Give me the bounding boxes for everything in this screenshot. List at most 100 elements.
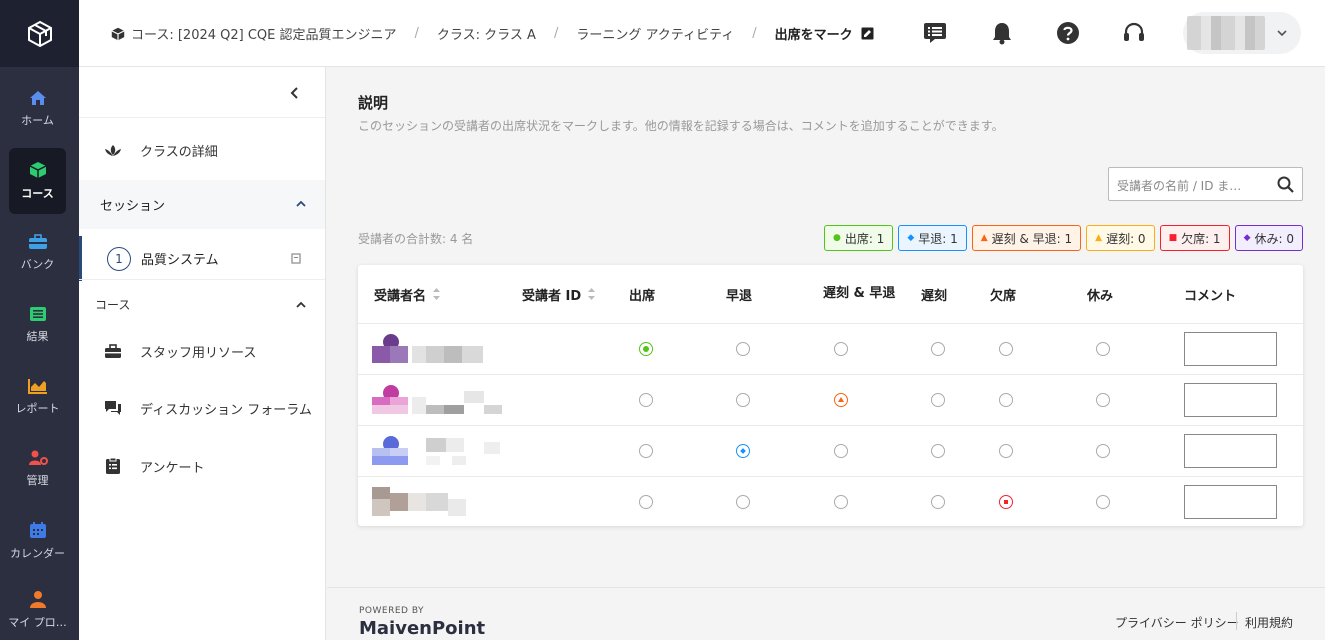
nav-home[interactable]: ホーム (9, 76, 66, 142)
course-side-panel: クラスの詳細 セッション 1 品質システム コース スタッフ用リソース ディスカ… (79, 67, 326, 640)
nav-course[interactable]: コース (9, 148, 66, 214)
edit-icon[interactable] (861, 27, 874, 40)
side-section-label: セッション (100, 199, 166, 214)
comment-input[interactable] (1184, 434, 1277, 468)
column-header-absent: 欠席 (990, 288, 1017, 304)
side-section-course[interactable]: コース (79, 279, 325, 329)
radio-present[interactable] (639, 495, 653, 509)
radio-late-leave[interactable] (834, 342, 848, 356)
radio-leave-early[interactable] (736, 495, 750, 509)
support-button[interactable] (1120, 19, 1148, 47)
radio-late-leave[interactable] (834, 393, 848, 407)
radio-excused[interactable] (1096, 342, 1110, 356)
nav-profile[interactable]: マイ プロ… (8, 580, 67, 640)
search-input[interactable]: 受講者の名前 / ID ま… (1108, 167, 1303, 201)
nav-calendar[interactable]: カレンダー (9, 508, 66, 574)
chart-icon (27, 379, 47, 394)
side-section-label: コース (95, 298, 131, 312)
nav-bank[interactable]: バンク (9, 220, 66, 286)
messages-button[interactable] (921, 19, 949, 47)
breadcrumb-activity[interactable]: ラーニング アクティビティ (576, 24, 734, 43)
side-section-session[interactable]: セッション (79, 180, 325, 229)
breadcrumb-class[interactable]: クラス: クラス A (437, 24, 536, 43)
radio-late[interactable] (931, 342, 945, 356)
radio-absent[interactable] (999, 342, 1013, 356)
table-row (358, 374, 1303, 425)
radio-excused[interactable] (1096, 393, 1110, 407)
radio-present[interactable] (639, 393, 653, 407)
list-icon (29, 307, 46, 321)
lotus-icon (104, 142, 122, 160)
side-item-discussion-forum[interactable]: ディスカッション フォーラム (79, 384, 325, 432)
side-item-survey[interactable]: アンケート (79, 442, 325, 490)
nav-reports-label: レポート (15, 402, 60, 415)
radio-late[interactable] (931, 393, 945, 407)
badge-label: 出席: 1 (844, 231, 885, 246)
radio-leave-early[interactable] (736, 444, 750, 458)
column-header-id[interactable]: 受講者 ID (522, 265, 596, 323)
radio-leave-early[interactable] (736, 393, 750, 407)
badge-late[interactable]: ▲ 遅刻: 0 (1086, 225, 1155, 251)
badge-present[interactable]: ● 出席: 1 (823, 225, 894, 251)
brand-logo-text: MaivenPoint (359, 618, 486, 639)
sort-icon (588, 288, 596, 300)
privacy-policy-link[interactable]: プライバシー ポリシー (1115, 614, 1239, 631)
badge-leave-early[interactable]: ◆ 早退: 1 (898, 225, 967, 251)
badge-excused[interactable]: ◆ 休み: 0 (1234, 225, 1303, 251)
badge-marker: ▲ (980, 233, 988, 243)
side-item-class-details[interactable]: クラスの詳細 (79, 117, 325, 183)
badge-label: 休み: 0 (1254, 231, 1295, 246)
app-logo[interactable] (0, 0, 79, 67)
radio-present[interactable] (639, 342, 653, 356)
column-label: 受講者名 (374, 288, 427, 304)
radio-excused[interactable] (1096, 495, 1110, 509)
comment-input[interactable] (1184, 383, 1277, 417)
radio-late-leave[interactable] (834, 444, 848, 458)
radio-present[interactable] (639, 444, 653, 458)
side-item-session-1[interactable]: 1 品質システム (79, 236, 325, 281)
column-header-late-leave: 遅刻 & 早退 (823, 286, 896, 301)
badge-absent[interactable]: ■ 欠席: 1 (1159, 225, 1230, 251)
clipboard-icon (104, 457, 122, 475)
collapse-panel-icon[interactable] (287, 85, 303, 101)
radio-absent[interactable] (999, 393, 1013, 407)
powered-by-label: POWERED BY (359, 606, 425, 616)
side-item-label: 品質システム (141, 253, 219, 268)
nav-admin[interactable]: 管理 (9, 436, 66, 502)
chevron-up-icon (296, 200, 306, 207)
radio-late[interactable] (931, 495, 945, 509)
main-nav: ホーム コース バンク 結果 レポート 管理 カレンダー マイ プロ… (0, 0, 79, 640)
radio-absent[interactable] (999, 444, 1013, 458)
radio-late[interactable] (931, 444, 945, 458)
badge-marker: ▲ (1095, 233, 1103, 243)
comment-input[interactable] (1184, 485, 1277, 519)
breadcrumb-course[interactable]: コース: [2024 Q2] CQE 認定品質エンジニア (131, 24, 397, 43)
column-header-comment: コメント (1184, 288, 1237, 304)
column-header-name[interactable]: 受講者名 (374, 265, 441, 323)
column-header-present: 出席 (629, 288, 656, 304)
radio-leave-early[interactable] (736, 342, 750, 356)
badge-marker: ◆ (1243, 233, 1251, 243)
radio-excused[interactable] (1096, 444, 1110, 458)
badge-late-leave[interactable]: ▲ 遅刻 & 早退: 1 (971, 225, 1082, 251)
learner-name (372, 436, 502, 466)
nav-reports[interactable]: レポート (9, 364, 66, 430)
help-button[interactable] (1054, 19, 1082, 47)
footer-divider (1236, 612, 1237, 630)
description-text: このセッションの受講者の出席状況をマークします。他の情報を記録する場合は、コメン… (358, 119, 1004, 133)
briefcase-icon (104, 342, 122, 360)
notifications-button[interactable] (988, 19, 1016, 47)
side-item-label: ディスカッション フォーラム (140, 402, 312, 418)
nav-results[interactable]: 結果 (9, 292, 66, 358)
side-item-staff-resources[interactable]: スタッフ用リソース (79, 327, 325, 375)
terms-link[interactable]: 利用規約 (1245, 614, 1293, 631)
home-icon (29, 91, 46, 105)
radio-absent[interactable] (999, 495, 1013, 509)
nav-calendar-label: カレンダー (10, 547, 65, 560)
radio-late-leave[interactable] (834, 495, 848, 509)
message-list-icon (924, 23, 946, 43)
search-icon[interactable] (1277, 176, 1294, 193)
comment-input[interactable] (1184, 332, 1277, 366)
user-menu[interactable] (1183, 12, 1301, 54)
description-title: 説明 (358, 94, 389, 112)
